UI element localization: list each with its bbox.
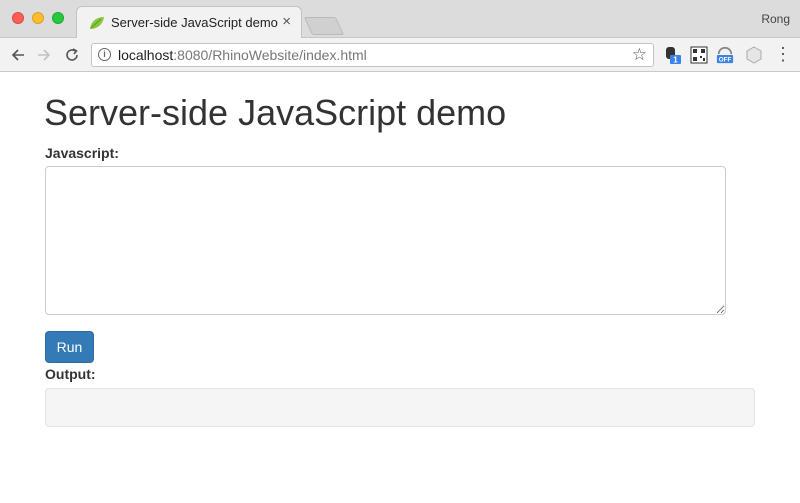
browser-toolbar: i localhost:8080/RhinoWebsite/index.html… — [0, 38, 800, 72]
browser-titlebar: Server-side JavaScript demo × Rong — [0, 0, 800, 39]
browser-tab[interactable]: Server-side JavaScript demo × — [76, 6, 302, 39]
extension-badge-count: 1 — [673, 56, 678, 65]
page-title: Server-side JavaScript demo — [44, 92, 507, 133]
cube-extension-icon[interactable] — [745, 46, 763, 64]
forward-button[interactable] — [34, 45, 54, 65]
run-button[interactable]: Run — [45, 331, 94, 363]
minimize-window-button[interactable] — [32, 12, 44, 24]
url-host: localhost — [118, 47, 174, 63]
zoom-window-button[interactable] — [52, 12, 64, 24]
close-window-button[interactable] — [12, 12, 24, 24]
reload-icon — [66, 48, 78, 61]
output-label: Output: — [45, 366, 96, 382]
more-menu-icon[interactable]: ⋮ — [774, 44, 792, 64]
info-icon[interactable]: i — [98, 48, 111, 61]
output-box — [45, 388, 755, 427]
url-text: localhost:8080/RhinoWebsite/index.html — [118, 47, 367, 63]
bookmark-star-icon[interactable]: ☆ — [632, 45, 647, 65]
javascript-input[interactable] — [45, 166, 726, 315]
page-content: Server-side JavaScript demo Javascript: … — [0, 72, 800, 503]
javascript-label: Javascript: — [45, 145, 119, 161]
back-button[interactable] — [8, 45, 28, 65]
python-extension-icon[interactable]: 1 — [664, 46, 682, 64]
arrow-right-icon — [38, 49, 51, 61]
tab-title: Server-side JavaScript demo — [111, 15, 278, 30]
reload-button[interactable] — [62, 45, 82, 65]
qr-code-icon[interactable] — [690, 46, 708, 64]
tab-close-icon[interactable]: × — [282, 13, 291, 31]
url-path: :8080/RhinoWebsite/index.html — [173, 47, 367, 63]
arrow-left-icon — [11, 49, 24, 61]
address-bar[interactable]: i localhost:8080/RhinoWebsite/index.html… — [91, 43, 654, 67]
profile-name[interactable]: Rong — [761, 12, 790, 26]
extension-badge-off: OFF — [719, 57, 732, 64]
leaf-icon — [90, 17, 104, 29]
extension-off-icon[interactable]: OFF — [716, 46, 734, 64]
new-tab-button[interactable] — [303, 17, 345, 35]
